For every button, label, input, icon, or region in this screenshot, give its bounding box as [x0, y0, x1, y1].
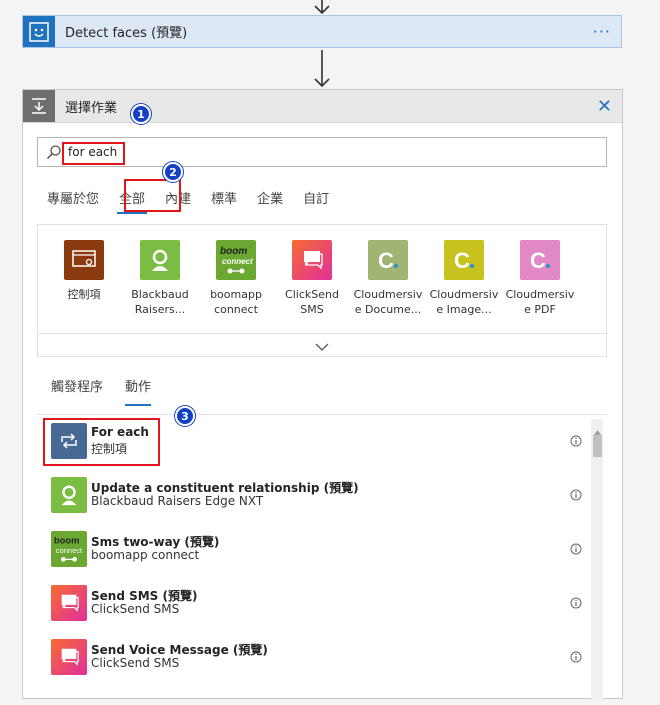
download-tray-icon — [23, 90, 55, 122]
tab-enterprise[interactable]: 企業 — [247, 182, 293, 212]
choose-action-panel: 選擇作業 ✕ 1 專屬於您 全部 內建 標準 企業 自訂 2 — [22, 89, 623, 700]
detect-faces-card[interactable]: Detect faces (預覽) ··· — [22, 15, 622, 48]
detect-faces-title: Detect faces (預覽) — [65, 26, 188, 41]
boomapp-icon: boom connect — [51, 531, 87, 567]
info-icon[interactable] — [570, 432, 582, 451]
connector-boomapp[interactable]: boom connect boomapp connect — [198, 240, 274, 317]
connector-cloudmersive-pdf[interactable]: C Cloudmersiv e PDF — [502, 240, 578, 317]
blackbaud-icon — [140, 240, 180, 280]
cloudmersive-image-icon: C — [444, 240, 484, 280]
action-item-sms-two-way[interactable]: boom connect Sms two-way (預覽) boomapp co… — [37, 523, 592, 577]
cloudmersive-document-icon: C — [368, 240, 408, 280]
svg-text:C: C — [454, 248, 470, 273]
connector-cloudmersive-document[interactable]: C Cloudmersiv e Docume... — [350, 240, 426, 317]
trigger-action-tabs: 觸發程序 動作 — [51, 370, 173, 406]
svg-text:connect: connect — [222, 257, 253, 266]
connector-label: e Image... — [436, 303, 492, 316]
action-subtitle: ClickSend SMS — [91, 656, 180, 670]
connector-blackbaud[interactable]: Blackbaud Raisers... — [122, 240, 198, 317]
action-item-send-sms[interactable]: Send SMS (預覽) ClickSend SMS — [37, 577, 592, 631]
tab-triggers[interactable]: 觸發程序 — [51, 370, 103, 398]
action-item-update-constituent[interactable]: Update a constituent relationship (預覽) B… — [37, 469, 592, 523]
boomapp-icon: boom connect — [216, 240, 256, 280]
connector-label: Cloudmersiv — [353, 288, 423, 301]
tab-actions[interactable]: 動作 — [125, 370, 152, 406]
connector-label: Cloudmersiv — [505, 288, 575, 301]
info-icon[interactable] — [570, 486, 582, 505]
action-item-send-voice-message[interactable]: Send Voice Message (預覽) ClickSend SMS — [37, 631, 592, 685]
search-highlight-box — [62, 142, 125, 165]
close-icon[interactable]: ✕ — [597, 96, 612, 117]
step-badge-2: 2 — [163, 162, 183, 182]
smiley-face-icon — [23, 16, 55, 47]
panel-header: 選擇作業 ✕ — [23, 90, 622, 123]
connector-label: Cloudmersiv — [429, 288, 499, 301]
action-list-scrollbar[interactable] — [591, 419, 603, 700]
connector-cloudmersive-image[interactable]: C Cloudmersiv e Image... — [426, 240, 502, 317]
info-icon[interactable] — [570, 594, 582, 613]
action-subtitle: boomapp connect — [91, 548, 200, 562]
scrollbar-thumb[interactable] — [593, 435, 602, 457]
category-tabs: 專屬於您 全部 內建 標準 企業 自訂 — [37, 182, 339, 214]
step-badge-3: 3 — [175, 406, 195, 426]
clicksend-icon — [51, 585, 87, 621]
search-input[interactable] — [66, 144, 570, 160]
info-icon[interactable] — [570, 540, 582, 559]
connector-label: Blackbaud — [131, 288, 189, 301]
connector-label: e Docume... — [354, 303, 422, 316]
svg-text:boom: boom — [54, 534, 80, 545]
connector-label: 控制項 — [67, 288, 101, 301]
connector-label: Raisers... — [134, 303, 186, 316]
control-icon — [64, 240, 104, 280]
connector-label: connect — [214, 303, 258, 316]
connector-control[interactable]: 控制項 — [46, 240, 122, 302]
blackbaud-icon — [51, 477, 87, 513]
svg-text:boom: boom — [220, 246, 247, 257]
clicksend-icon — [292, 240, 332, 280]
panel-title: 選擇作業 — [65, 100, 118, 116]
clicksend-icon — [51, 639, 87, 675]
svg-text:connect: connect — [56, 546, 83, 555]
expand-connectors-button[interactable] — [37, 333, 607, 357]
svg-text:C: C — [530, 248, 546, 273]
action-subtitle: ClickSend SMS — [91, 602, 180, 616]
connector-label: ClickSend — [285, 288, 339, 301]
tab-all-highlight-box — [124, 179, 181, 212]
cloudmersive-pdf-icon: C — [520, 240, 560, 280]
connector-arrow-middle — [312, 48, 332, 88]
tab-custom[interactable]: 自訂 — [293, 182, 339, 212]
step-badge-1: 1 — [131, 104, 151, 124]
tab-standard[interactable]: 標準 — [201, 182, 247, 212]
search-icon — [46, 144, 62, 160]
connector-label: SMS — [300, 303, 324, 316]
info-icon[interactable] — [570, 648, 582, 667]
action-subtitle: Blackbaud Raisers Edge NXT — [91, 494, 264, 508]
svg-text:C: C — [378, 248, 394, 273]
for-each-highlight-box — [43, 418, 160, 466]
chevron-down-icon — [315, 336, 329, 355]
connector-label: e PDF — [524, 303, 556, 316]
connector-label: boomapp — [210, 288, 262, 301]
more-options-icon[interactable]: ··· — [593, 22, 611, 41]
connector-clicksend[interactable]: ClickSend SMS — [274, 240, 350, 317]
connector-arrow-top — [312, 0, 332, 15]
tab-for-you[interactable]: 專屬於您 — [37, 182, 109, 212]
